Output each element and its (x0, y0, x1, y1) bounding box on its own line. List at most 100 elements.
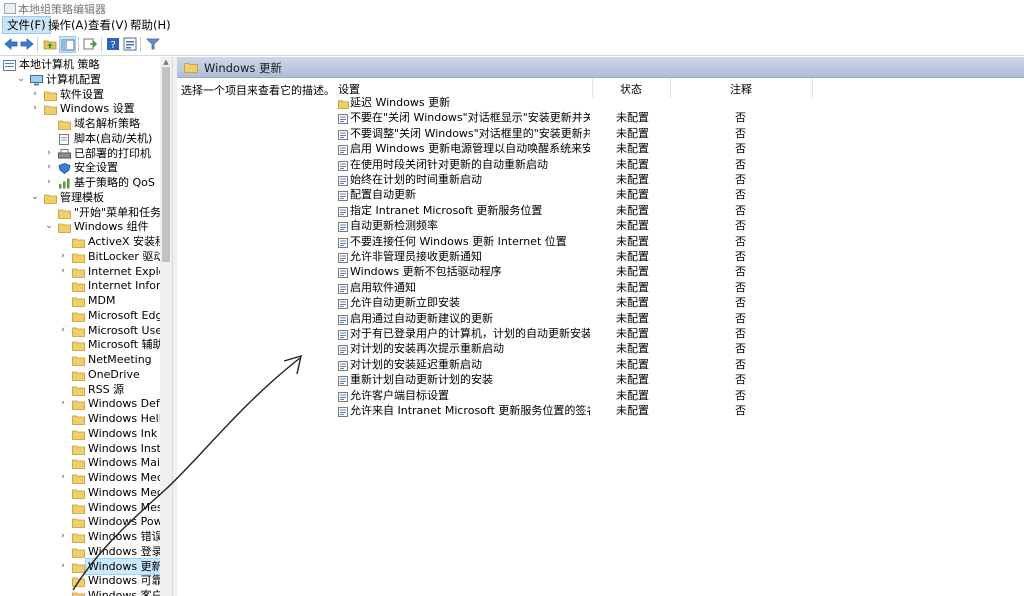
column-comment[interactable]: 注释 (730, 81, 752, 96)
setting-comment: 否 (735, 234, 746, 248)
expand-chevron-icon[interactable]: › (58, 470, 68, 485)
show-hide-tree-icon[interactable] (59, 36, 76, 53)
up-folder-icon[interactable] (42, 36, 58, 52)
column-setting[interactable]: 设置 (338, 81, 360, 96)
tree-item-label: 已部署的打印机 (74, 146, 151, 160)
policy-setting-icon (338, 406, 348, 421)
expand-chevron-icon[interactable]: › (44, 146, 54, 161)
column-state[interactable]: 状态 (620, 81, 642, 96)
collapse-chevron-icon[interactable]: ⌄ (44, 219, 54, 234)
folder-icon (72, 532, 85, 543)
filter-icon[interactable] (145, 36, 161, 52)
tree-item-label: Windows 设置 (60, 102, 135, 116)
script-icon (58, 133, 71, 145)
details-pane: Windows 更新 选择一个项目来查看它的描述。 设置 状态 注释 延迟 Wi… (177, 57, 1024, 596)
menu-view[interactable]: 查看(V) (84, 17, 132, 33)
menu-help[interactable]: 帮助(H) (126, 17, 175, 33)
setting-name: 允许客户端目标设置 (350, 388, 449, 402)
setting-name: 配置自动更新 (350, 188, 416, 202)
tree-scrollbar[interactable]: ▲ (160, 57, 172, 596)
collapse-chevron-icon[interactable]: ⌄ (30, 190, 40, 205)
title-bar: 本地组策略编辑器 (0, 0, 1024, 16)
setting-state: 未配置 (616, 111, 649, 125)
expand-chevron-icon[interactable]: › (44, 175, 54, 190)
export-list-icon[interactable] (82, 36, 98, 52)
expand-chevron-icon[interactable]: › (30, 87, 40, 102)
setting-state: 未配置 (616, 327, 649, 340)
setting-name: 始终在计划的时间重新启动 (350, 173, 482, 186)
toolbar: ? (0, 34, 1024, 56)
policy-setting-icon (338, 314, 348, 329)
folder-icon (184, 62, 198, 76)
tree-item-label: 安全设置 (74, 161, 118, 175)
setting-state: 未配置 (616, 311, 649, 325)
setting-comment: 否 (735, 142, 746, 156)
forward-icon[interactable] (19, 36, 35, 52)
scrollbar-thumb[interactable] (162, 67, 170, 262)
expand-chevron-icon[interactable]: › (58, 529, 68, 544)
setting-name: 重新计划自动更新计划的安装 (350, 373, 493, 387)
expand-chevron-icon[interactable]: › (44, 160, 54, 175)
folder-icon (72, 355, 85, 366)
expand-chevron-icon[interactable]: › (58, 264, 68, 279)
setting-comment: 否 (735, 203, 746, 217)
help-icon[interactable]: ? (105, 36, 121, 52)
chart-icon (58, 178, 71, 189)
printer-icon (58, 148, 71, 159)
folder-icon (72, 547, 85, 558)
properties-icon[interactable] (122, 36, 138, 52)
setting-comment: 否 (735, 111, 746, 125)
scroll-up-icon[interactable]: ▲ (160, 57, 172, 67)
setting-name: 启用通过自动更新建议的更新 (350, 311, 493, 325)
setting-comment: 否 (735, 188, 746, 202)
folder-icon (58, 208, 71, 219)
expand-chevron-icon[interactable]: › (58, 559, 68, 574)
tree-item-label: Microsoft Edge (88, 308, 170, 322)
tree-item-label: 域名解析策略 (74, 117, 140, 130)
setting-name: Windows 更新不包括驱动程序 (350, 265, 502, 279)
folder-icon (72, 399, 85, 411)
folder-icon (72, 370, 85, 381)
setting-comment: 否 (735, 404, 746, 417)
setting-state: 未配置 (616, 250, 649, 263)
expand-chevron-icon[interactable]: › (58, 323, 68, 338)
folder-icon (72, 576, 85, 588)
setting-name: 对计划的安装延迟重新启动 (350, 357, 482, 371)
policy-setting-icon (338, 298, 348, 313)
setting-name: 延迟 Windows 更新 (350, 96, 451, 109)
folder-icon (72, 429, 85, 440)
setting-comment: 否 (735, 388, 746, 402)
folder-icon (72, 252, 85, 263)
back-icon[interactable] (3, 36, 19, 52)
tree-item-label: 软件设置 (60, 87, 104, 101)
setting-state: 未配置 (616, 280, 649, 294)
policy-setting-icon (338, 175, 348, 190)
policy-setting-icon (338, 252, 348, 267)
folder-icon (72, 517, 85, 529)
setting-comment: 否 (735, 250, 746, 263)
policy-setting-icon (338, 160, 348, 175)
setting-name: 允许自动更新立即安装 (350, 296, 460, 310)
expand-chevron-icon[interactable]: › (30, 101, 40, 116)
tree-item-label: NetMeeting (88, 353, 152, 366)
folder-icon (72, 237, 85, 248)
folder-icon (44, 90, 57, 101)
expand-chevron-icon[interactable]: › (58, 249, 68, 264)
setting-state: 未配置 (616, 388, 649, 402)
folder-icon (72, 340, 85, 352)
tree-item-label: 管理模板 (60, 190, 104, 204)
pane-header: Windows 更新 (177, 57, 1024, 78)
collapse-chevron-icon[interactable]: ⌄ (16, 72, 26, 87)
folder-icon (44, 193, 57, 204)
policy-setting-icon (338, 221, 348, 236)
policy-setting-icon (338, 190, 348, 205)
setting-comment: 否 (735, 280, 746, 294)
expand-chevron-icon[interactable]: › (58, 396, 68, 411)
navigation-tree[interactable]: 本地计算机 策略 ⌄ 计算机配置 › 软件设置 › Windows 设置 域名解析策略 脚本(启… (0, 57, 172, 596)
tree-item-label: OneDrive (88, 367, 140, 381)
policy-setting-icon (338, 237, 348, 252)
policy-setting-icon (338, 360, 348, 375)
shield-icon (58, 163, 71, 175)
setting-state: 未配置 (616, 157, 649, 171)
folder-icon (72, 473, 85, 484)
